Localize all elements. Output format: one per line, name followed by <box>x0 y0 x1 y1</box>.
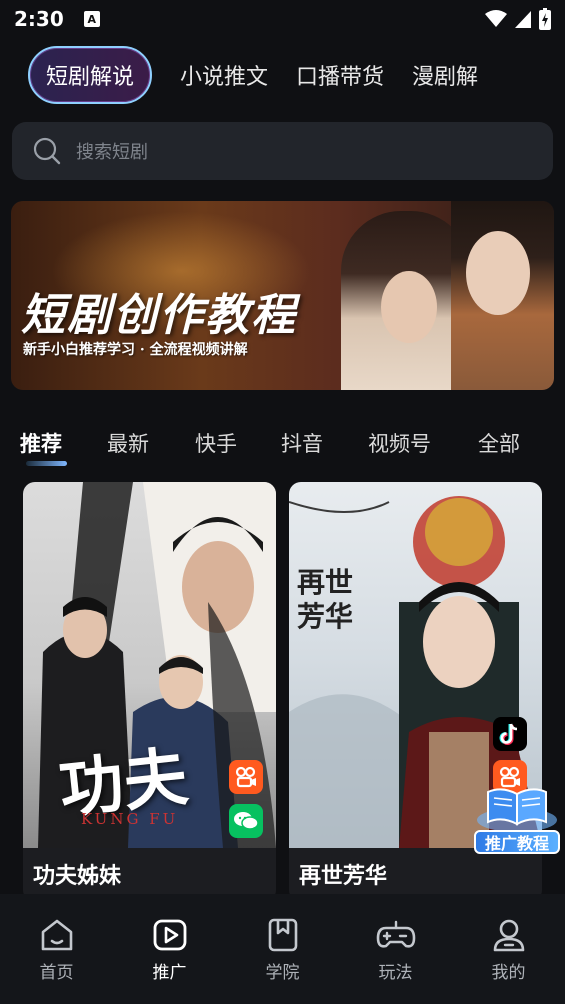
wifi-icon <box>485 10 507 27</box>
tab-latest[interactable]: 最新 <box>107 428 195 458</box>
nav-promote-label: 推广 <box>152 963 187 983</box>
drama-card-title: 再世芳华 <box>299 864 388 889</box>
banner-title: 短剧创作教程 <box>21 290 297 341</box>
top-tab-live-selling[interactable]: 口播带货 <box>296 59 384 91</box>
nav-promote[interactable]: 推广 <box>113 894 226 1004</box>
top-tab-drama-commentary[interactable]: 短剧解说 <box>28 46 153 104</box>
nav-home[interactable]: 首页 <box>0 894 113 1004</box>
poster-title-cn: 再世芳华 <box>297 566 354 633</box>
nav-profile-label: 我的 <box>491 963 526 983</box>
home-icon <box>41 919 72 951</box>
play-square-icon <box>153 919 186 951</box>
top-tab-novel-promo[interactable]: 小说推文 <box>180 59 268 91</box>
drama-card[interactable]: 功夫 KUNG FU 功夫姊妹 <box>23 482 276 902</box>
banner-actor-face <box>466 231 530 315</box>
search-icon <box>33 137 61 165</box>
battery-charging-icon <box>539 8 551 30</box>
tab-kuaishou[interactable]: 快手 <box>195 428 281 458</box>
status-bar: 2:30 A <box>0 0 565 38</box>
search-input[interactable]: 搜索短剧 <box>12 122 553 180</box>
category-tab-bar: 推荐 最新 快手 抖音 视频号 全部 <box>0 418 565 468</box>
nav-gameplay[interactable]: 玩法 <box>339 894 452 1004</box>
nav-academy[interactable]: 学院 <box>226 894 339 1004</box>
top-tab-comic-drama[interactable]: 漫剧解 <box>412 59 478 91</box>
kuaishou-icon <box>229 760 263 794</box>
tab-recommended[interactable]: 推荐 <box>20 428 107 458</box>
status-time: 2:30 <box>14 7 64 31</box>
promo-tutorial-float-button[interactable]: 推广教程 <box>474 780 560 854</box>
bottom-navigation: 首页 推广 学院 玩法 我的 <box>0 894 565 1004</box>
nav-profile[interactable]: 我的 <box>452 894 565 1004</box>
top-tab-bar: 短剧解说 小说推文 口播带货 漫剧解 <box>0 44 565 106</box>
nav-home-label: 首页 <box>39 963 74 983</box>
banner-subtitle: 新手小白推荐学习 · 全流程视频讲解 <box>23 342 248 358</box>
tab-all[interactable]: 全部 <box>478 428 520 458</box>
active-tab-indicator <box>26 461 67 466</box>
gamepad-icon <box>376 920 415 948</box>
nav-academy-label: 学院 <box>265 963 300 983</box>
tab-douyin[interactable]: 抖音 <box>281 428 368 458</box>
poster-title-en: KUNG FU <box>81 810 179 828</box>
search-placeholder: 搜索短剧 <box>76 142 148 163</box>
drama-poster: 功夫 KUNG FU <box>23 482 276 848</box>
tutorial-banner[interactable]: 短剧创作教程 新手小白推荐学习 · 全流程视频讲解 <box>11 201 554 390</box>
app-notification-icon: A <box>83 11 100 27</box>
douyin-icon <box>493 717 527 751</box>
tab-video-channel[interactable]: 视频号 <box>368 428 478 458</box>
open-book-icon <box>477 788 557 832</box>
user-icon <box>493 919 524 952</box>
drama-card-title: 功夫姊妹 <box>33 864 122 889</box>
signal-icon <box>515 11 531 28</box>
status-icons <box>485 8 551 30</box>
nav-gameplay-label: 玩法 <box>378 963 413 983</box>
banner-actress-face <box>381 271 437 343</box>
promo-tutorial-label: 推广教程 <box>474 830 560 854</box>
wechat-channels-icon <box>229 804 263 838</box>
bookmark-book-icon <box>268 918 297 952</box>
